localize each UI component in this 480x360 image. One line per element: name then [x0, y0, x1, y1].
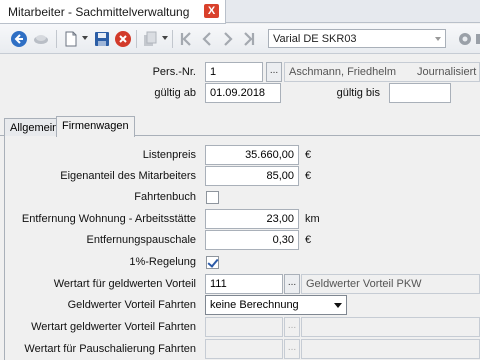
pers-nr-lookup-button[interactable]: ... — [266, 62, 282, 82]
wertart-pauschalierung-description — [301, 339, 480, 359]
valid-to-label: gültig bis — [336, 87, 380, 99]
listenpreis-unit: € — [305, 149, 312, 161]
tools-icon[interactable] — [474, 30, 480, 48]
wertart-pauschalierung-input — [205, 339, 283, 359]
first-record-icon[interactable] — [177, 30, 195, 48]
wertart-gv-fahrten-label: Wertart geldwerter Vorteil Fahrten — [31, 321, 196, 333]
entfernungspauschale-label: Entfernungspauschale — [86, 234, 196, 246]
copy-icon[interactable] — [141, 30, 159, 48]
chevron-down-icon[interactable] — [431, 30, 445, 47]
variant-combo[interactable]: Varial DE SKR03 — [268, 29, 446, 48]
toolbar: Varial DE SKR03 — [0, 24, 480, 54]
toolbar-separator — [56, 30, 57, 48]
gv-fahrten-label: Geldwerter Vorteil Fahrten — [67, 299, 196, 311]
settings-icon[interactable] — [456, 30, 474, 48]
prev-record-icon[interactable] — [198, 30, 216, 48]
last-record-icon[interactable] — [240, 30, 258, 48]
wertart-gv-fahrten-description — [301, 317, 480, 337]
next-record-icon[interactable] — [219, 30, 237, 48]
form-tabs: Allgemein Firmenwagen — [0, 116, 480, 137]
back-icon[interactable] — [10, 30, 28, 48]
gv-fahrten-select[interactable]: keine Berechnung — [205, 295, 347, 315]
pers-nr-label: Pers.-Nr. — [152, 66, 196, 78]
entfernung-unit: km — [305, 213, 320, 225]
tab-firmenwagen[interactable]: Firmenwagen — [56, 116, 135, 137]
variant-combo-value: Varial DE SKR03 — [273, 33, 357, 45]
entfernung-input[interactable]: 23,00 — [205, 209, 299, 229]
eigenanteil-input[interactable]: 85,00 — [205, 166, 299, 186]
chevron-down-icon[interactable] — [82, 36, 88, 40]
chevron-down-icon — [334, 303, 342, 308]
toolbar-separator — [136, 30, 137, 48]
fahrtenbuch-label: Fahrtenbuch — [134, 191, 196, 203]
toolbar-separator — [172, 30, 173, 48]
wertart-gv-label: Wertart für geldwerten Vorteil — [53, 278, 196, 290]
gv-fahrten-selected: keine Berechnung — [210, 299, 299, 311]
refresh-icon[interactable] — [32, 30, 50, 48]
close-tab-button[interactable]: X — [204, 4, 219, 18]
wertart-pauschalierung-lookup-button: ... — [284, 339, 300, 359]
entfernung-label: Entfernung Wohnung - Arbeitsstätte — [21, 213, 196, 225]
valid-from-label: gültig ab — [154, 87, 196, 99]
delete-icon[interactable] — [114, 30, 132, 48]
ein-prozent-regelung-checkbox[interactable] — [206, 256, 219, 269]
save-icon[interactable] — [93, 30, 111, 48]
pers-nr-input[interactable]: 1 — [205, 62, 263, 82]
document-tab-strip: Mitarbeiter - Sachmittelverwaltung X — [0, 0, 480, 24]
wertart-gv-description: Geldwerter Vorteil PKW — [301, 274, 480, 294]
listenpreis-label: Listenpreis — [142, 149, 196, 161]
eigenanteil-unit: € — [305, 170, 312, 182]
eigenanteil-label: Eigenanteil des Mitarbeiters — [60, 170, 196, 182]
entfernungspauschale-input[interactable]: 0,30 — [205, 230, 299, 250]
valid-to-input[interactable] — [389, 83, 451, 103]
document-tab-title: Mitarbeiter - Sachmittelverwaltung — [8, 5, 190, 19]
fahrtenbuch-checkbox[interactable] — [206, 191, 219, 204]
wertart-gv-fahrten-input — [205, 317, 283, 337]
new-document-icon[interactable] — [62, 30, 80, 48]
wertart-gv-lookup-button[interactable]: ... — [284, 274, 300, 294]
employee-status: Journalisiert b — [417, 66, 480, 78]
entfernungspauschale-unit: € — [305, 234, 312, 246]
listenpreis-input[interactable]: 35.660,00 — [205, 145, 299, 165]
employee-name-display: Aschmann, Friedhelm Journalisiert b — [284, 62, 480, 82]
valid-from-input[interactable]: 01.09.2018 — [205, 83, 281, 103]
ein-prozent-regelung-label: 1%-Regelung — [129, 256, 196, 268]
chevron-down-icon[interactable] — [162, 36, 168, 40]
wertart-pauschalierung-label: Wertart für Pauschalierung Fahrten — [24, 343, 196, 355]
wertart-gv-fahrten-lookup-button: ... — [284, 317, 300, 337]
document-tab-mitarbeiter[interactable]: Mitarbeiter - Sachmittelverwaltung X — [0, 0, 226, 24]
employee-name: Aschmann, Friedhelm — [289, 66, 396, 78]
wertart-gv-input[interactable]: 111 — [205, 274, 283, 294]
